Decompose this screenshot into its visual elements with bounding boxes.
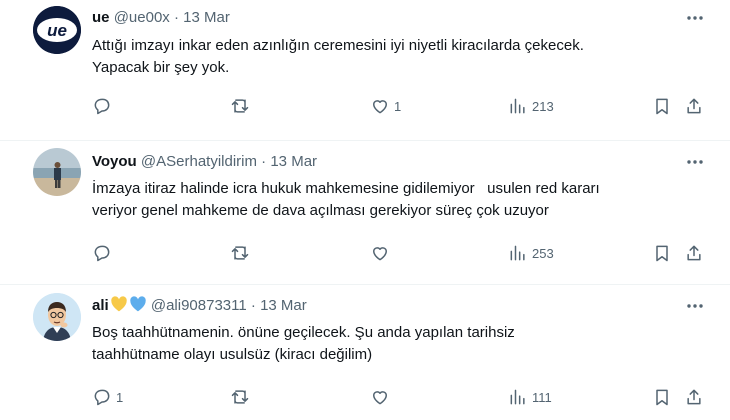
heart-icon: [373, 100, 387, 114]
reply-icon: [94, 389, 110, 406]
blue-heart-icon: [129, 296, 147, 318]
repost-icon: [231, 390, 249, 404]
repost-icon: [231, 99, 249, 113]
tweet-text: Attığı imzayı inkar eden azınlığın cerem…: [92, 35, 692, 79]
tweet-text-line: Attığı imzayı inkar eden azınlığın cerem…: [92, 37, 584, 54]
display-name[interactable]: ali: [92, 297, 109, 314]
user-handle[interactable]: @ue00x: [114, 9, 170, 26]
tweet-actions: 253: [92, 241, 702, 265]
like-count: 1: [394, 98, 402, 114]
reply-icon: [94, 245, 110, 262]
share-icon: [687, 98, 701, 114]
repost-button[interactable]: [230, 241, 254, 265]
tweet-header: ue @ue00x · 13 Mar: [92, 8, 230, 28]
reply-button[interactable]: [92, 241, 116, 265]
reply-count: 1: [116, 389, 124, 405]
tweet-text-line: veriyor genel mahkeme de dava açılması g…: [92, 202, 549, 219]
bookmark-button[interactable]: [652, 385, 672, 409]
tweet-text: İmzaya itiraz halinde icra hukuk mahkeme…: [92, 178, 692, 222]
more-options-icon[interactable]: [684, 8, 706, 28]
like-button[interactable]: 1: [370, 94, 401, 118]
reply-icon: [94, 98, 110, 115]
share-button[interactable]: [684, 94, 704, 118]
display-name[interactable]: ue: [92, 9, 110, 26]
views-button[interactable]: 253: [508, 241, 554, 265]
reply-button[interactable]: [92, 94, 116, 118]
share-icon: [687, 389, 701, 405]
more-options-icon[interactable]: [684, 296, 706, 316]
bookmark-button[interactable]: [652, 94, 672, 118]
tweet-date[interactable]: 13 Mar: [270, 153, 317, 170]
beach-photo-avatar-icon: [33, 148, 81, 196]
user-handle[interactable]: @ali90873311: [151, 297, 247, 314]
view-count: 213: [532, 98, 554, 114]
tweet-date[interactable]: 13 Mar: [260, 297, 307, 314]
views-chart-icon: [510, 389, 525, 405]
tweet[interactable]: Voyou @ASerhatyildirim · 13 Mar İmzaya i…: [0, 141, 730, 284]
bookmark-icon: [656, 98, 668, 115]
tweet-actions: 1 111: [92, 385, 702, 409]
views-button[interactable]: 213: [508, 94, 554, 118]
separator-dot: ·: [261, 153, 267, 170]
yellow-heart-icon: [110, 296, 128, 318]
tweet-header: ali @ali90873311 · 13 Mar: [92, 296, 307, 316]
views-button[interactable]: 111: [508, 385, 552, 409]
like-button[interactable]: [370, 385, 394, 409]
display-name[interactable]: Voyou: [92, 153, 137, 170]
like-button[interactable]: [370, 241, 394, 265]
avatar[interactable]: [33, 293, 81, 341]
avatar[interactable]: [33, 148, 81, 196]
separator-dot: ·: [250, 297, 256, 314]
tweet-text: Boş taahhütnamenin. önüne geçilecek. Şu …: [92, 322, 692, 366]
reply-button[interactable]: 1: [92, 385, 123, 409]
view-count: 111: [532, 389, 552, 405]
tweet[interactable]: ali @ali90873311 · 13 Mar Boş taahhütnam…: [0, 285, 730, 420]
tweet-text-line: Yapacak bir şey yok.: [92, 59, 230, 76]
repost-button[interactable]: [230, 385, 254, 409]
view-count: 253: [532, 245, 554, 261]
bookmark-button[interactable]: [652, 241, 672, 265]
svg-text:ue: ue: [47, 21, 67, 40]
repost-button[interactable]: [230, 94, 254, 118]
more-options-icon[interactable]: [684, 152, 706, 172]
user-handle[interactable]: @ASerhatyildirim: [141, 153, 257, 170]
ue-logo-avatar-icon: ue: [33, 6, 81, 54]
tweet-date[interactable]: 13 Mar: [183, 9, 230, 26]
tweet-text-line: İmzaya itiraz halinde icra hukuk mahkeme…: [92, 180, 600, 197]
bookmark-icon: [656, 389, 668, 406]
heart-icon: [373, 391, 387, 405]
tweet-text-line: taahhütname olayı usulsüz (kiracı değili…: [92, 346, 373, 363]
avatar[interactable]: ue: [33, 6, 81, 54]
share-button[interactable]: [684, 385, 704, 409]
views-chart-icon: [510, 98, 525, 114]
separator-dot: ·: [173, 9, 179, 26]
heart-icon: [373, 247, 387, 261]
share-icon: [687, 245, 701, 261]
tweet-header: Voyou @ASerhatyildirim · 13 Mar: [92, 152, 317, 172]
bookmark-icon: [656, 245, 668, 262]
views-chart-icon: [510, 245, 525, 261]
repost-icon: [231, 246, 249, 260]
cartoon-thinking-man-avatar-icon: [33, 293, 81, 341]
tweet[interactable]: ue ue @ue00x · 13 Mar Attığı imzayı inka…: [0, 0, 730, 140]
tweet-text-line: Boş taahhütnamenin. önüne geçilecek. Şu …: [92, 324, 515, 341]
tweet-actions: 1 213: [92, 94, 702, 118]
share-button[interactable]: [684, 241, 704, 265]
